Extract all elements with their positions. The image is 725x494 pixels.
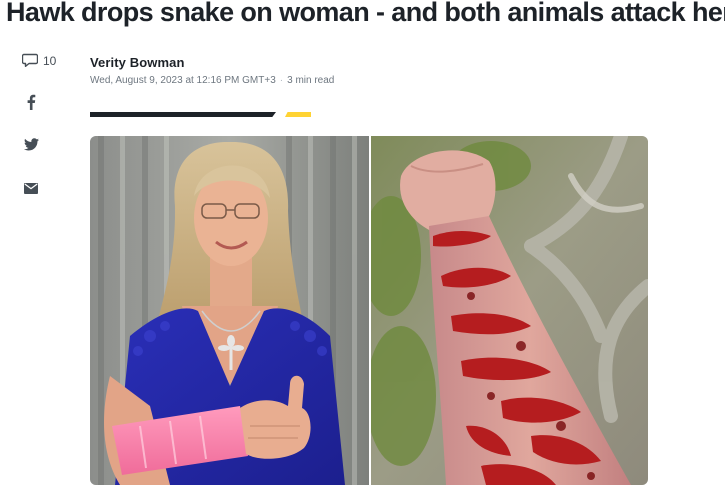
meta-separator: · xyxy=(279,75,284,86)
publish-date: Wed, August 9, 2023 at 12:16 PM GMT+3 xyxy=(90,75,276,86)
twitter-share-button[interactable] xyxy=(22,138,40,156)
twitter-icon xyxy=(23,138,39,156)
byline: Verity Bowman Wed, August 9, 2023 at 12:… xyxy=(90,55,334,86)
facebook-icon xyxy=(26,94,36,115)
woman-with-arm-cast-photo xyxy=(90,136,369,485)
author-name[interactable]: Verity Bowman xyxy=(90,55,334,70)
comment-count: 10 xyxy=(43,54,57,68)
article-headline: Hawk drops snake on woman - and both ani… xyxy=(6,0,725,27)
article-page: Hawk drops snake on woman - and both ani… xyxy=(0,0,725,494)
comment-icon xyxy=(21,53,39,70)
email-icon xyxy=(24,181,38,199)
injured-forearm-photo xyxy=(371,136,648,485)
hero-image[interactable] xyxy=(90,136,648,485)
article-meta: Wed, August 9, 2023 at 12:16 PM GMT+3 · 3 … xyxy=(90,75,334,86)
comments-button[interactable]: 10 xyxy=(21,52,72,70)
read-time: 3 min read xyxy=(287,75,335,86)
share-rail: 10 xyxy=(21,52,72,194)
byline-divider-accent xyxy=(285,112,311,117)
facebook-share-button[interactable] xyxy=(22,94,40,115)
email-share-button[interactable] xyxy=(22,181,40,199)
byline-divider xyxy=(90,112,276,117)
